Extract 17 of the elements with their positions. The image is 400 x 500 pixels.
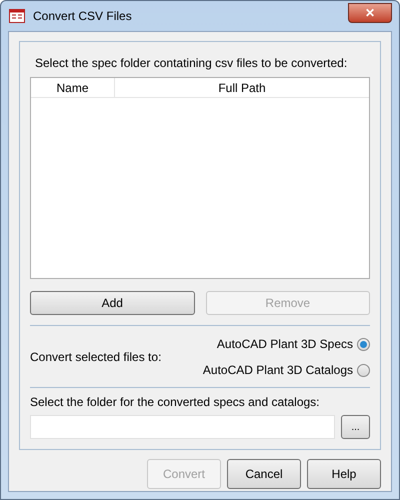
convert-label: Convert selected files to: [30, 349, 162, 366]
radio-option[interactable]: AutoCAD Plant 3D Specs [216, 335, 370, 353]
radio-option[interactable]: AutoCAD Plant 3D Catalogs [202, 361, 370, 379]
app-icon [9, 9, 25, 23]
folder-field[interactable] [30, 415, 335, 439]
column-header[interactable]: Full Path [115, 78, 369, 97]
file-list[interactable]: Name Full Path [30, 77, 370, 279]
radio-button[interactable] [357, 364, 370, 376]
action-button[interactable]: Cancel [227, 459, 301, 489]
browse-button[interactable]: ... [341, 415, 370, 439]
action-button[interactable]: Help [307, 459, 381, 489]
column-header[interactable]: Name [31, 78, 115, 97]
folder-label: Select the folder for the converted specs and catalogs: [30, 394, 321, 411]
action-button[interactable]: Add [30, 291, 194, 315]
window-title: Convert CSV Files [33, 8, 132, 25]
radio-button[interactable] [357, 338, 370, 350]
instruction-text: Select the spec folder contatining csv files to be converted: [35, 55, 348, 72]
